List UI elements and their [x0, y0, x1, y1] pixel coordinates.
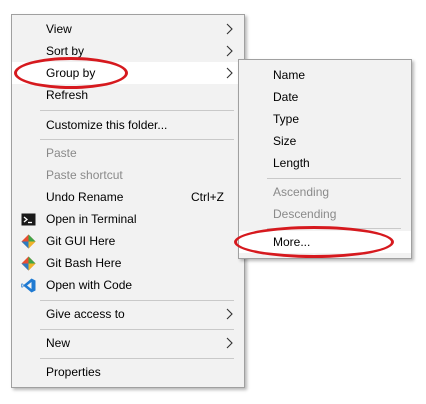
- menu-item-group-by[interactable]: Group by: [12, 62, 244, 84]
- menu-item-label: Paste shortcut: [46, 168, 123, 182]
- menu-item-customize-folder[interactable]: Customize this folder...: [12, 114, 244, 136]
- menu-item-label: Open in Terminal: [46, 212, 137, 226]
- submenu-item-label: Type: [273, 112, 300, 126]
- git-diamond-icon: [21, 256, 36, 271]
- chevron-right-icon: [226, 337, 233, 349]
- submenu-item-ascending: Ascending: [239, 181, 411, 203]
- submenu-item-label: Descending: [273, 207, 337, 221]
- menu-item-undo-rename[interactable]: Undo Rename Ctrl+Z: [12, 186, 244, 208]
- menu-separator: [40, 358, 234, 359]
- menu-item-properties[interactable]: Properties: [12, 361, 244, 383]
- menu-item-label: View: [46, 22, 72, 36]
- menu-item-label: Git GUI Here: [46, 234, 116, 248]
- submenu-item-label: Name: [273, 68, 306, 82]
- menu-item-new[interactable]: New: [12, 332, 244, 354]
- menu-item-open-in-terminal[interactable]: Open in Terminal: [12, 208, 244, 230]
- menu-item-give-access-to[interactable]: Give access to: [12, 303, 244, 325]
- menu-separator: [267, 228, 401, 229]
- submenu-item-name[interactable]: Name: [239, 64, 411, 86]
- submenu-item-descending: Descending: [239, 203, 411, 225]
- chevron-right-icon: [226, 23, 233, 35]
- menu-separator: [267, 178, 401, 179]
- terminal-icon: [21, 213, 36, 226]
- submenu-item-label: Size: [273, 134, 297, 148]
- menu-item-label: Git Bash Here: [46, 256, 122, 270]
- submenu-item-more[interactable]: More...: [239, 231, 411, 253]
- menu-item-label: Refresh: [46, 88, 89, 102]
- group-by-submenu: Name Date Type Size Length Ascending Des…: [238, 59, 412, 259]
- vscode-icon: [21, 278, 36, 293]
- menu-item-label: Open with Code: [46, 278, 133, 292]
- submenu-item-label: More...: [273, 235, 311, 249]
- git-diamond-icon: [21, 234, 36, 249]
- menu-separator: [40, 139, 234, 140]
- submenu-item-length[interactable]: Length: [239, 152, 411, 174]
- menu-item-git-bash-here[interactable]: Git Bash Here: [12, 252, 244, 274]
- menu-item-paste-shortcut: Paste shortcut: [12, 164, 244, 186]
- chevron-right-icon: [226, 67, 233, 79]
- menu-item-label: New: [46, 336, 71, 350]
- menu-item-label: Undo Rename: [46, 190, 124, 204]
- menu-item-label: Paste: [46, 146, 77, 160]
- menu-item-label: Give access to: [46, 307, 125, 321]
- menu-item-label: Properties: [46, 365, 101, 379]
- menu-item-label: Group by: [46, 66, 96, 80]
- submenu-item-type[interactable]: Type: [239, 108, 411, 130]
- chevron-right-icon: [226, 308, 233, 320]
- menu-separator: [40, 329, 234, 330]
- menu-item-sort-by[interactable]: Sort by: [12, 40, 244, 62]
- menu-item-view[interactable]: View: [12, 18, 244, 40]
- menu-item-open-with-code[interactable]: Open with Code: [12, 274, 244, 296]
- menu-item-label: Customize this folder...: [46, 118, 168, 132]
- menu-separator: [40, 110, 234, 111]
- context-menu: View Sort by Group by Refresh Customize …: [11, 14, 245, 388]
- menu-separator: [40, 300, 234, 301]
- menu-item-shortcut: Ctrl+Z: [191, 190, 224, 204]
- submenu-item-label: Date: [273, 90, 299, 104]
- submenu-item-label: Ascending: [273, 185, 330, 199]
- menu-item-label: Sort by: [46, 44, 85, 58]
- submenu-item-label: Length: [273, 156, 310, 170]
- menu-item-refresh[interactable]: Refresh: [12, 84, 244, 106]
- submenu-item-size[interactable]: Size: [239, 130, 411, 152]
- menu-item-paste: Paste: [12, 142, 244, 164]
- submenu-item-date[interactable]: Date: [239, 86, 411, 108]
- menu-item-git-gui-here[interactable]: Git GUI Here: [12, 230, 244, 252]
- chevron-right-icon: [226, 45, 233, 57]
